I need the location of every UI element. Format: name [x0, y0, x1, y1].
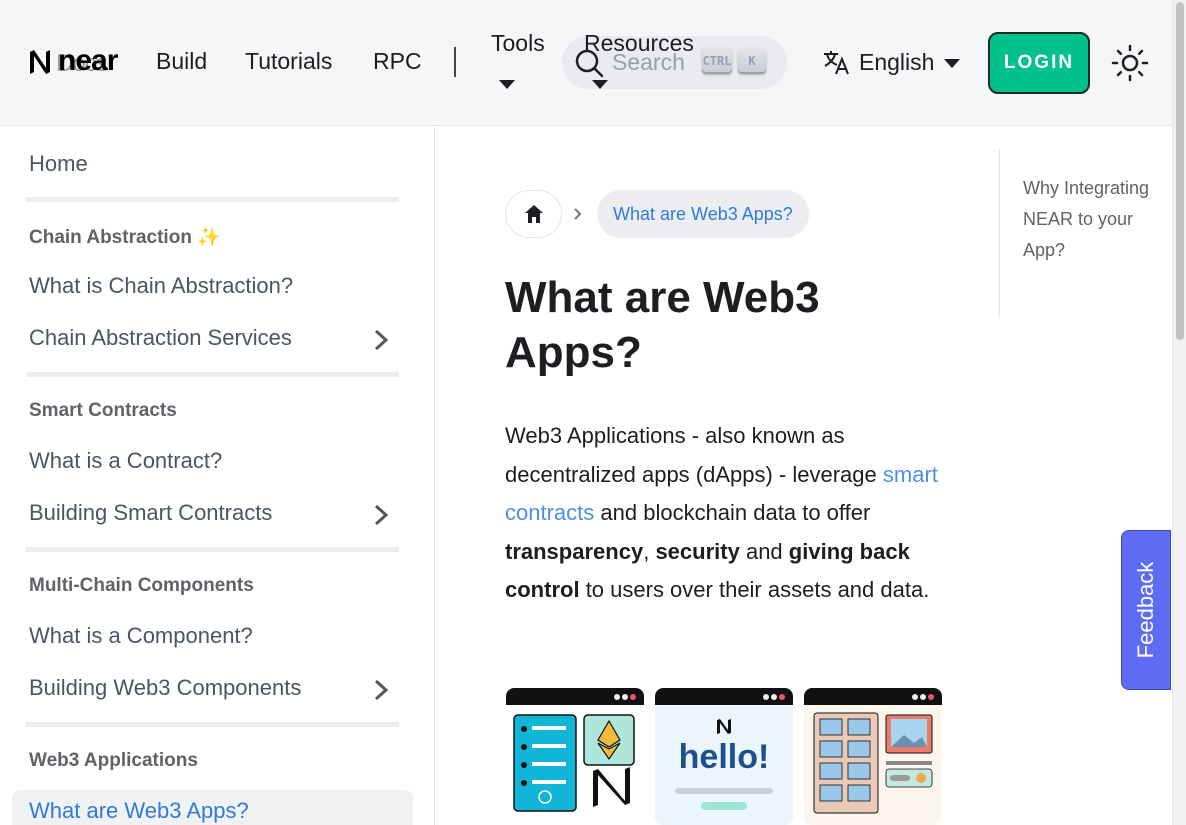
sidebar-item-building-web3-components[interactable]: Building Web3 Components — [29, 675, 301, 701]
illustration-hello-app: hello! — [655, 688, 793, 825]
sidebar-category-chain-abstraction: Chain Abstraction ✨ — [29, 227, 221, 248]
nav-tutorials[interactable]: Tutorials — [245, 48, 332, 75]
language-caret-icon — [944, 58, 961, 68]
intro-text: , — [643, 538, 650, 564]
sidebar-category-smart-contracts: Smart Contracts — [29, 400, 177, 421]
sidebar-divider — [26, 722, 399, 727]
intro-bold: security — [655, 538, 740, 564]
hello-text: hello! — [678, 738, 770, 776]
home-icon — [524, 205, 543, 223]
toc-item-why-integrating-near[interactable]: Why Integrating NEAR to your App? — [1023, 173, 1153, 266]
breadcrumb-current: What are Web3 Apps? — [597, 190, 809, 238]
sidebar-divider — [26, 197, 399, 202]
intro-paragraph: Web3 Applications - also known as decent… — [505, 417, 950, 610]
sidebar-item-home[interactable]: Home — [29, 151, 88, 177]
near-logo-icon — [717, 719, 731, 734]
near-logo[interactable]: Docs near — [26, 46, 118, 78]
kbd-ctrl: CTRL — [702, 48, 732, 74]
top-navbar: Docs near Build Tutorials RPC Tools Sear… — [0, 0, 1172, 126]
near-logo-icon — [30, 50, 50, 74]
illustration-dapp-ui — [506, 688, 644, 825]
scrollbar-thumb[interactable] — [1176, 2, 1184, 340]
sidebar-divider — [26, 547, 399, 552]
nav-divider — [454, 47, 456, 77]
nav-rpc[interactable]: RPC — [373, 48, 422, 75]
chevron-right-icon[interactable] — [370, 501, 392, 529]
page-scrollbar[interactable] — [1172, 0, 1186, 825]
sidebar-item-what-is-chain-abstraction[interactable]: What is Chain Abstraction? — [29, 273, 293, 299]
feedback-button[interactable]: Feedback — [1121, 530, 1171, 690]
sidebar-item-what-is-a-contract[interactable]: What is a Contract? — [29, 448, 222, 474]
translate-icon — [824, 51, 849, 75]
page-title: What are Web3 Apps? — [505, 273, 820, 377]
intro-text: and — [745, 538, 783, 564]
language-selector[interactable]: English — [822, 46, 961, 78]
breadcrumb-chevron-icon — [574, 208, 582, 220]
tools-caret-icon[interactable] — [499, 80, 515, 89]
illustration-gallery-app — [804, 688, 942, 825]
chevron-right-icon[interactable] — [370, 326, 392, 354]
sidebar-category-web3-applications: Web3 Applications — [29, 750, 198, 771]
sun-icon[interactable] — [1110, 43, 1150, 83]
sidebar-item-building-smart-contracts[interactable]: Building Smart Contracts — [29, 500, 272, 526]
resources-caret-icon[interactable] — [592, 80, 608, 89]
kbd-k: K — [738, 48, 766, 74]
sidebar-item-what-are-web3-apps[interactable]: What are Web3 Apps? — [12, 790, 413, 825]
table-of-contents: Why Integrating NEAR to your App? — [999, 148, 1159, 318]
nav-build[interactable]: Build — [156, 48, 207, 75]
breadcrumb-home[interactable] — [505, 190, 562, 238]
sidebar-item-label: What are Web3 Apps? — [29, 798, 249, 823]
chevron-right-icon[interactable] — [370, 676, 392, 704]
intro-text: and blockchain data to offer — [600, 500, 871, 525]
feedback-label: Feedback — [1133, 561, 1158, 659]
docs-sidebar: Home Chain Abstraction ✨ What is Chain A… — [0, 127, 435, 825]
sidebar-divider — [26, 372, 399, 377]
sidebar-item-what-is-a-component[interactable]: What is a Component? — [29, 623, 253, 649]
nav-tools-dropdown[interactable]: Tools — [491, 30, 545, 57]
intro-text: to users over their assets and data. — [585, 577, 930, 602]
login-button[interactable]: LOGIN — [988, 32, 1090, 94]
sidebar-item-chain-abstraction-services[interactable]: Chain Abstraction Services — [29, 325, 292, 351]
logo-text: near — [58, 44, 118, 77]
intro-text: Web3 Applications - also known as decent… — [505, 423, 877, 487]
language-label: English — [859, 48, 935, 75]
intro-bold: transparency — [505, 538, 644, 564]
nav-resources-dropdown[interactable]: Resources — [584, 30, 694, 57]
sidebar-category-multi-chain-components: Multi-Chain Components — [29, 575, 254, 596]
